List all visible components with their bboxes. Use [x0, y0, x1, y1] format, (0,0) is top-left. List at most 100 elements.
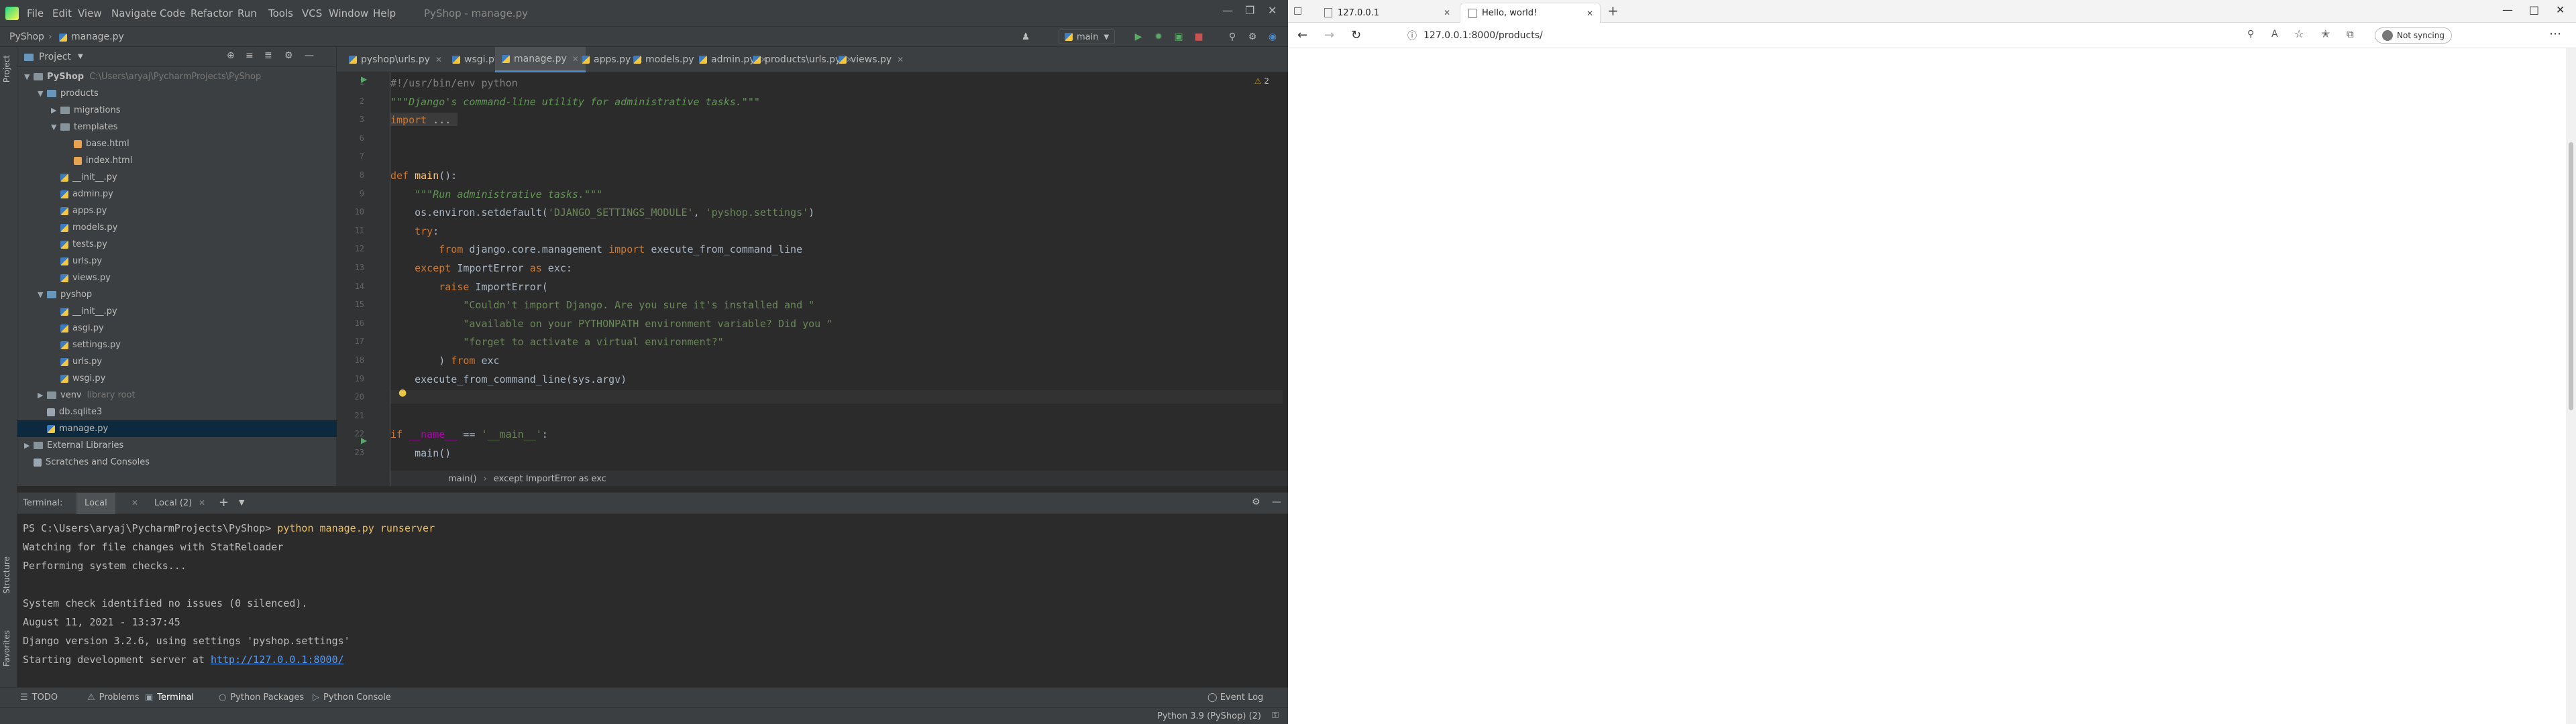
hide-icon[interactable]: —: [1272, 497, 1281, 507]
tree-item[interactable]: ▼ templates: [17, 119, 337, 135]
editor-tab[interactable]: views.py ✕: [832, 47, 910, 72]
tree-item[interactable]: __init__.py: [17, 169, 337, 186]
tree-item[interactable]: urls.py: [17, 353, 337, 370]
tree-item[interactable]: apps.py: [17, 202, 337, 219]
tab-actions-icon[interactable]: □: [1293, 5, 1302, 16]
tree-item[interactable]: db.sqlite3: [17, 404, 337, 420]
browser-tab-2[interactable]: Hello, world! ✕: [1460, 3, 1601, 23]
tree-root[interactable]: ▼ PyShop C:\Users\aryaj\PycharmProjects\…: [17, 68, 337, 85]
favorite-icon[interactable]: ☆: [2294, 27, 2304, 40]
close-icon[interactable]: ✕: [435, 55, 442, 64]
run-gutter-icon[interactable]: ▶: [361, 74, 367, 84]
back-icon[interactable]: ←: [1297, 28, 1307, 42]
refresh-icon[interactable]: ↻: [1351, 28, 1361, 42]
tree-item[interactable]: ▶ venv library root: [17, 387, 337, 404]
tree-item[interactable]: __init__.py: [17, 303, 337, 320]
tree-item[interactable]: settings.py: [17, 337, 337, 353]
tree-item[interactable]: index.html: [17, 152, 337, 169]
run-gutter-icon[interactable]: ▶: [361, 436, 367, 445]
editor-tab[interactable]: pyshop\urls.py ✕: [342, 47, 449, 72]
terminal-tab-local-2[interactable]: Local (2): [154, 498, 192, 508]
hide-icon[interactable]: —: [305, 50, 314, 61]
minimize-button[interactable]: —: [2502, 3, 2513, 16]
tool-tab-python-console[interactable]: ▷ Python Console: [313, 692, 391, 703]
zoom-icon[interactable]: ⚲: [2247, 29, 2254, 40]
tool-tab-python-packages[interactable]: ○ Python Packages: [219, 692, 304, 703]
settings-icon[interactable]: ⚙: [284, 50, 293, 61]
menu-refactor[interactable]: Refactor: [191, 7, 233, 19]
tree-item[interactable]: asgi.py: [17, 320, 337, 337]
read-aloud-icon[interactable]: A: [2271, 29, 2278, 40]
scrollbar-thumb[interactable]: [2569, 142, 2573, 410]
close-icon[interactable]: ✕: [1587, 9, 1593, 18]
tree-item[interactable]: ▶ migrations: [17, 102, 337, 119]
lightbulb-icon[interactable]: ●: [398, 387, 407, 398]
debug-icon[interactable]: ✹: [1151, 30, 1166, 44]
event-log-button[interactable]: ◯ Event Log: [1208, 692, 1263, 703]
close-icon[interactable]: ✕: [131, 498, 138, 507]
maximize-button[interactable]: □: [2529, 3, 2539, 16]
tree-item[interactable]: urls.py: [17, 253, 337, 269]
code-breadcrumb-block[interactable]: except ImportError as exc: [494, 474, 606, 484]
close-icon[interactable]: ✕: [199, 498, 205, 507]
forward-icon[interactable]: →: [1324, 28, 1334, 42]
tree-item[interactable]: base.html: [17, 135, 337, 152]
more-icon[interactable]: ⋯: [2549, 27, 2561, 41]
inspection-widget[interactable]: ⚠ 2: [1254, 76, 1269, 86]
run-config-select[interactable]: main ▼: [1059, 29, 1116, 44]
chevron-down-icon[interactable]: ▼: [78, 53, 83, 60]
menu-code[interactable]: Code: [160, 7, 185, 19]
menu-window[interactable]: Window: [329, 7, 368, 19]
favorites-icon[interactable]: ✭: [2321, 27, 2330, 40]
menu-file[interactable]: File: [27, 7, 44, 19]
code-area[interactable]: #!/usr/bin/env python """Django's command…: [390, 72, 1283, 471]
tree-item[interactable]: models.py: [17, 219, 337, 236]
close-icon[interactable]: ✕: [1444, 8, 1450, 17]
tree-item[interactable]: ▶ External Libraries: [17, 437, 337, 454]
locate-icon[interactable]: ⊕: [227, 50, 235, 61]
menu-run[interactable]: Run: [237, 7, 257, 19]
user-icon[interactable]: ♟: [1018, 30, 1033, 44]
add-icon[interactable]: +: [219, 495, 229, 509]
tool-tab-problems[interactable]: ⚠ Problems: [87, 692, 140, 703]
breadcrumb-project[interactable]: PyShop: [9, 32, 44, 42]
address-bar[interactable]: ⓘ 127.0.0.1:8000/products/: [1402, 26, 2234, 45]
tree-item[interactable]: ▼ products: [17, 85, 337, 102]
menu-edit[interactable]: Edit: [52, 7, 72, 19]
close-button[interactable]: ✕: [1268, 4, 1277, 17]
tree-item[interactable]: manage.py: [17, 420, 337, 437]
collapse-all-icon[interactable]: ≣: [264, 50, 272, 61]
page-scrollbar[interactable]: [2566, 48, 2576, 724]
menu-help[interactable]: Help: [373, 7, 396, 19]
collections-icon[interactable]: ⧉: [2347, 28, 2354, 40]
tool-tab-todo[interactable]: ☰ TODO: [20, 692, 58, 703]
interpreter-status[interactable]: Python 3.9 (PyShop) (2): [1157, 711, 1261, 721]
menu-vcs[interactable]: VCS: [302, 7, 322, 19]
tool-tab-terminal[interactable]: ▣ Terminal: [145, 692, 194, 703]
expand-all-icon[interactable]: ≡: [246, 50, 254, 61]
menu-view[interactable]: View: [78, 7, 102, 19]
menu-tools[interactable]: Tools: [268, 7, 293, 19]
menu-navigate[interactable]: Navigate: [111, 7, 156, 19]
stop-icon[interactable]: ■: [1191, 30, 1206, 44]
coverage-icon[interactable]: ▣: [1171, 30, 1186, 44]
tree-item[interactable]: Scratches and Consoles: [17, 454, 337, 471]
new-tab-icon[interactable]: +: [1607, 3, 1619, 19]
sync-button[interactable]: Not syncing: [2375, 27, 2452, 44]
breadcrumb-file[interactable]: manage.py: [71, 32, 124, 42]
plugin-icon[interactable]: ◉: [1265, 30, 1280, 44]
server-link[interactable]: http://127.0.0.1:8000/: [211, 654, 344, 666]
minimize-button[interactable]: —: [1222, 4, 1233, 17]
search-icon[interactable]: ⚲: [1225, 30, 1240, 44]
settings-icon[interactable]: ⚙: [1252, 497, 1260, 507]
run-icon[interactable]: ▶: [1131, 30, 1146, 44]
browser-tab-1[interactable]: 127.0.0.1 ✕: [1316, 3, 1457, 23]
tree-item[interactable]: views.py: [17, 269, 337, 286]
tree-item[interactable]: tests.py: [17, 236, 337, 253]
code-breadcrumb-function[interactable]: main(): [448, 474, 477, 484]
settings-icon[interactable]: ⚙: [1245, 30, 1260, 44]
stripe-tab-project[interactable]: Project: [2, 55, 11, 82]
tree-item[interactable]: ▼ pyshop: [17, 286, 337, 303]
tree-item[interactable]: admin.py: [17, 186, 337, 202]
editor-tab[interactable]: manage.py ✕: [495, 47, 586, 72]
